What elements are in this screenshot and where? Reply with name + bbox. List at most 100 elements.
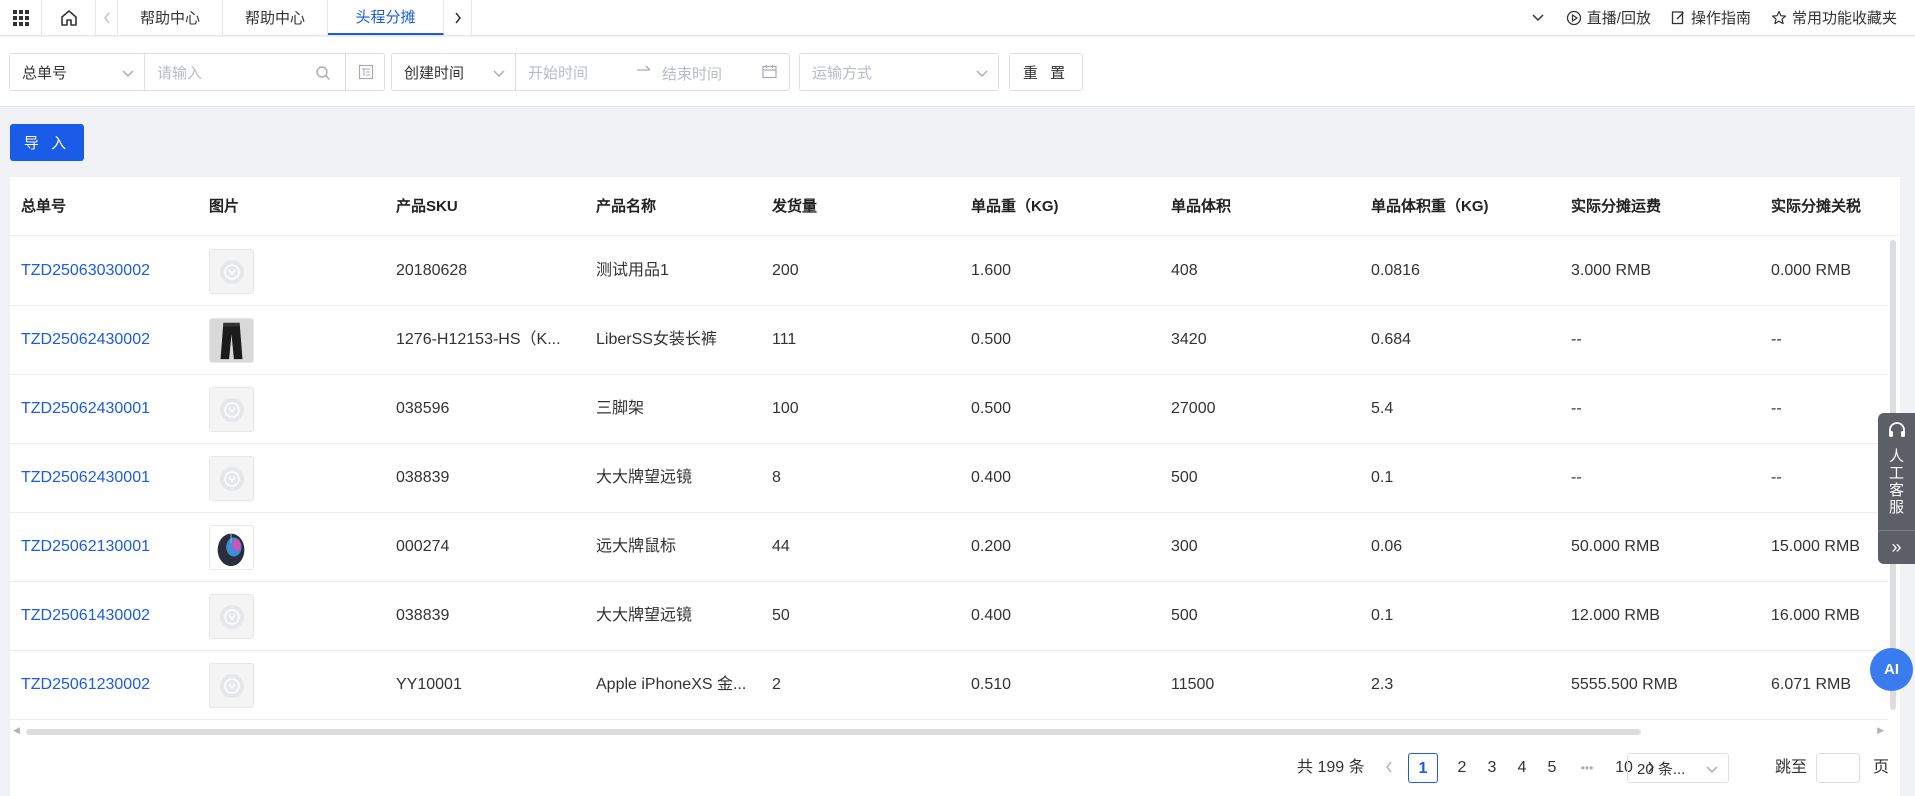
image-placeholder-icon[interactable] — [209, 387, 254, 432]
chevron-down-icon — [1706, 761, 1718, 778]
apps-grid-icon[interactable] — [0, 0, 42, 35]
tab-help-center-2[interactable]: 帮助中心 — [223, 0, 329, 35]
shipping-method-placeholder: 运输方式 — [812, 64, 873, 82]
jump-label: 跳至 — [1775, 759, 1808, 776]
tabs-dropdown-icon[interactable] — [1520, 0, 1556, 35]
calendar-icon[interactable] — [762, 64, 777, 83]
order-no-link[interactable]: TZD25063030002 — [21, 237, 201, 305]
product-image[interactable] — [209, 525, 254, 570]
image-placeholder-icon[interactable] — [209, 663, 254, 708]
unit-weight-cell: 0.400 — [971, 607, 1012, 624]
col-header-quantity: 发货量 — [772, 198, 818, 215]
page-1[interactable]: 1 — [1408, 753, 1438, 783]
sku-cell: 038839 — [396, 607, 450, 624]
quantity-cell: 8 — [772, 469, 781, 486]
horizontal-scrollbar-thumb[interactable] — [26, 729, 1641, 735]
horizontal-scrollbar[interactable]: ◀ ▶ — [10, 725, 1888, 737]
sku-cell: 1276-H12153-HS（K... — [396, 331, 561, 348]
live-replay-button[interactable]: 直播/回放 — [1556, 0, 1661, 35]
col-header-actual-tax: 实际分摊关税 — [1771, 198, 1862, 215]
total-count: 共 199 条 — [1297, 759, 1365, 776]
page-size-value: 20 条... — [1637, 760, 1686, 778]
operation-guide-label: 操作指南 — [1690, 10, 1751, 27]
search-icon[interactable] — [315, 65, 331, 85]
time-field-select[interactable]: 创建时间 — [391, 53, 516, 91]
favorites-button[interactable]: 常用功能收藏夹 — [1761, 0, 1915, 35]
page-unit-label: 页 — [1873, 759, 1890, 776]
scroll-left-icon[interactable]: ◀ — [13, 725, 20, 736]
actual-freight-cell: -- — [1571, 400, 1582, 417]
star-icon — [1771, 10, 1787, 24]
table-row: TZD25062430001 038596 三脚架 100 0.500 27000 5.4 -… — [10, 375, 1888, 444]
tab-freight-allocation[interactable]: 头程分摊 — [328, 0, 445, 35]
table-row: TZD25061230002 YY10001 Apple iPhoneXS 金...… — [10, 651, 1888, 720]
image-placeholder-icon[interactable] — [209, 594, 254, 639]
jump-page-input[interactable] — [1816, 753, 1860, 783]
unit-volume-cell: 27000 — [1171, 400, 1216, 417]
page-ellipsis[interactable]: ••• — [1567, 753, 1607, 783]
unit-volume-cell: 408 — [1171, 262, 1198, 279]
favorites-label: 常用功能收藏夹 — [1791, 10, 1897, 27]
search-input[interactable]: 请输入 — [144, 53, 385, 91]
play-circle-icon — [1566, 10, 1581, 25]
reset-button[interactable]: 重 置 — [1009, 53, 1083, 91]
start-date-placeholder[interactable]: 开始时间 — [516, 62, 588, 83]
unit-volume-cell: 11500 — [1171, 676, 1215, 693]
date-range-picker[interactable]: 开始时间 结束时间 — [515, 53, 790, 91]
order-no-link[interactable]: TZD25062430002 — [21, 306, 201, 374]
image-placeholder-icon[interactable] — [209, 456, 254, 501]
col-header-volume-weight: 单品体积重（KG) — [1371, 198, 1489, 215]
order-field-select[interactable]: 总单号 — [9, 53, 145, 91]
volume-weight-cell: 0.1 — [1371, 607, 1394, 624]
actual-tax-cell: -- — [1771, 469, 1782, 486]
col-header-unit-weight: 单品重（KG) — [971, 198, 1059, 215]
import-button[interactable]: 导 入 — [10, 124, 84, 161]
customer-service-widget[interactable]: 人工客服 » — [1878, 413, 1915, 564]
table-row: TZD25062430001 038839 大大牌望远镜 8 0.400 500 0.1 --… — [10, 444, 1888, 513]
time-field-value: 创建时间 — [404, 64, 465, 82]
image-placeholder-icon[interactable] — [209, 249, 254, 294]
shipping-method-select[interactable]: 运输方式 — [799, 53, 999, 91]
page-2[interactable]: 2 — [1447, 753, 1477, 783]
operation-guide-button[interactable]: 操作指南 — [1661, 0, 1761, 35]
scroll-right-icon[interactable]: ▶ — [1877, 725, 1884, 736]
page-size-select[interactable]: 20 条... — [1627, 753, 1729, 783]
edit-doc-icon — [1671, 11, 1684, 25]
tabs-scroll-left-icon[interactable] — [96, 0, 118, 35]
end-date-placeholder[interactable]: 结束时间 — [662, 63, 722, 84]
order-no-link[interactable]: TZD25061430002 — [21, 582, 201, 650]
page-3[interactable]: 3 — [1477, 753, 1507, 783]
unit-volume-cell: 300 — [1171, 538, 1198, 555]
order-no-link[interactable]: TZD25062430001 — [21, 444, 201, 512]
product-name-cell: 三脚架 — [596, 400, 645, 417]
order-no-link[interactable]: TZD25062130001 — [21, 513, 201, 581]
product-name-cell: LiberSS女装长裤 — [596, 331, 717, 348]
page-5[interactable]: 5 — [1537, 753, 1567, 783]
quantity-cell: 111 — [772, 331, 797, 348]
actual-tax-cell: 16.000 RMB — [1771, 607, 1860, 624]
sku-cell: YY10001 — [396, 676, 462, 693]
prev-page-icon[interactable] — [1385, 753, 1393, 783]
unit-volume-cell: 500 — [1171, 607, 1198, 624]
table-row: TZD25062130001 000274 远大牌鼠标 44 0.200 300 0.06 5… — [10, 513, 1888, 582]
unit-volume-cell: 500 — [1171, 469, 1198, 486]
unit-weight-cell: 0.510 — [971, 676, 1012, 693]
unit-weight-cell: 0.500 — [971, 331, 1012, 348]
batch-search-icon[interactable] — [345, 53, 385, 91]
actual-freight-cell: 3.000 RMB — [1571, 262, 1652, 279]
actual-freight-cell: 5555.500 RMB — [1571, 676, 1678, 693]
page-4[interactable]: 4 — [1507, 753, 1537, 783]
product-name-cell: Apple iPhoneXS 金... — [596, 676, 747, 693]
tabs-scroll-right-icon[interactable] — [444, 0, 473, 35]
order-no-link[interactable]: TZD25061230002 — [21, 651, 201, 719]
collapse-service-icon[interactable]: » — [1878, 530, 1915, 564]
product-image[interactable] — [209, 318, 254, 363]
actual-freight-cell: -- — [1571, 469, 1582, 486]
tab-help-center-1[interactable]: 帮助中心 — [118, 0, 224, 35]
live-replay-label: 直播/回放 — [1586, 10, 1651, 27]
order-no-link[interactable]: TZD25062430001 — [21, 375, 201, 443]
quantity-cell: 100 — [772, 400, 799, 417]
tab-label: 帮助中心 — [245, 10, 306, 27]
ai-assistant-button[interactable]: AI — [1870, 648, 1913, 691]
home-icon[interactable] — [42, 0, 96, 35]
